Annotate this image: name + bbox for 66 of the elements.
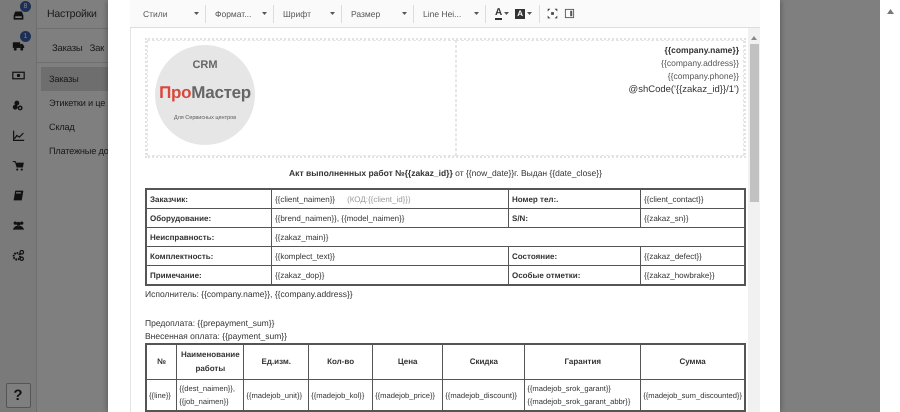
field-value: {{zakaz_defect}} [644,252,702,260]
field-value: {{zakaz_sn}} [644,214,688,222]
chart-icon[interactable] [12,128,24,142]
column-header: Наименование работы [176,344,244,380]
executor-line: Исполнитель: {{company.name}}, {{company.address}} [145,289,354,299]
dropdown[interactable]: Шрифт [280,4,342,22]
column-header: Кол-во [308,344,373,380]
tab[interactable]: Заказы [52,41,83,56]
logo-text: ПроМастер [159,83,251,103]
column-header: Скидка [442,344,525,380]
field-label: Комплектность: [146,246,272,266]
dropdown[interactable]: Стили [140,4,206,22]
payment-line: Внесенная оплата: {{payment_sum}} [145,331,288,341]
document-title: Акт выполненных работ №{{zakaz_id}} от {{now_date}}г. Выдан {{date_close}} [288,168,603,178]
scroll-up-icon[interactable] [886,9,894,14]
cash-icon[interactable] [12,68,24,82]
caret-icon[interactable] [474,12,479,15]
caret-icon[interactable] [504,12,510,15]
field-label: Неисправность: [146,228,272,246]
menu-item[interactable]: Склад [41,115,108,139]
caret-icon[interactable] [330,12,335,15]
users-icon[interactable] [12,218,24,232]
field-value: {{client_contact}} [644,194,704,204]
fullscreen-icon[interactable] [547,8,558,19]
dropdown[interactable]: Размер [348,4,414,22]
field-label: Оборудование: [146,208,272,228]
field-value: {{zakaz_main}} [275,232,328,242]
field-label: Состояние: [508,246,640,266]
company-field: {{company.phone}} [668,71,739,81]
gears-icon[interactable] [12,248,24,262]
dropdown[interactable]: Line Hei... [420,4,486,22]
logo-text: CRM [192,59,218,71]
preview-icon[interactable] [564,8,576,19]
menu-item[interactable]: Платежные до [41,139,108,163]
dropdown[interactable]: Формат... [212,4,274,22]
scrollbar-thumb[interactable] [750,44,758,202]
help-button[interactable]: ? [6,383,30,408]
column-header: № [146,344,177,380]
template-code: @shCode('{{zakaz_id}}/1') [628,84,739,95]
field-value: {{zakaz_howbrake}} [644,270,715,280]
tab[interactable]: Зак [90,41,104,56]
column-header: Ед.изм. [244,344,309,380]
field-value: {{komplect_text}} [275,252,336,260]
field-value: {{zakaz_dop}} [275,270,324,280]
scroll-up-icon[interactable] [751,36,757,40]
text-color-button[interactable]: A [492,4,512,22]
background-color-button[interactable]: A [512,4,536,22]
menu-item[interactable]: Этикетки и це [41,91,108,115]
field-value: {{brend_naimen}}, {{model_naimen}} [275,214,404,222]
company-field: {{company.name}} [664,45,739,55]
field-value: {{client_naimen}} [275,194,336,204]
cart-icon[interactable] [12,158,24,172]
field-label: Номер тел:. [508,189,640,208]
field-note: (КОД:{{client_id}}) [347,194,411,204]
company-field: {{company.address}} [661,58,739,68]
column-header: Цена [372,344,443,380]
caret-icon[interactable] [262,12,267,15]
caret-icon[interactable] [527,12,532,15]
field-label: Заказчик: [146,189,272,208]
column-header: Гарантия [524,344,641,380]
payment-line: Предоплата: {{prepayment_sum}} [145,318,276,328]
inbox-icon[interactable] [12,8,24,22]
field-label: S/N: [508,208,640,228]
caret-icon[interactable] [402,12,407,15]
caret-icon[interactable] [194,12,199,15]
book-icon[interactable] [12,188,24,202]
